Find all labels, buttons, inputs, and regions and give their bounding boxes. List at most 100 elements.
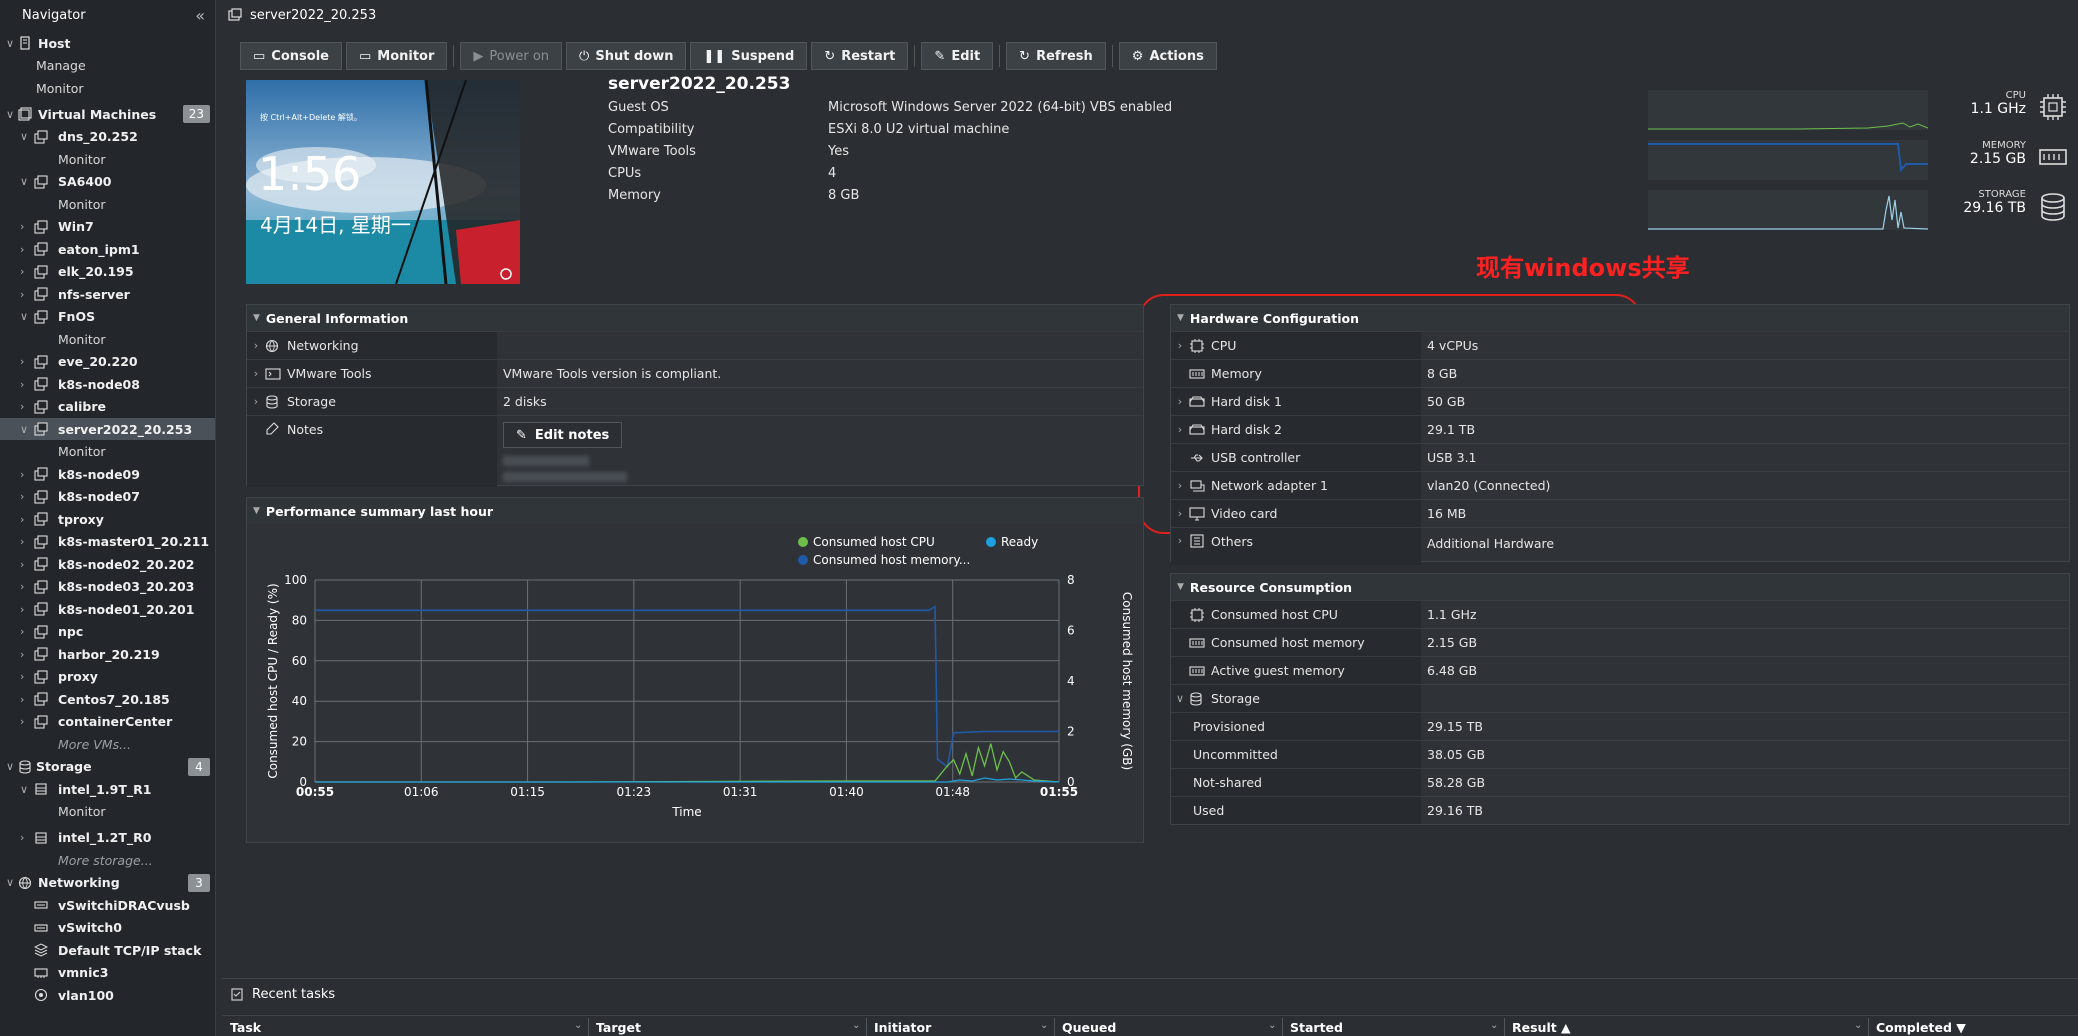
vmware-tools-row[interactable]: › VMware Tools VMware Tools version is com… — [247, 359, 1143, 387]
hw-hard-disk-2-row[interactable]: › Hard disk 2 29.1 TB — [1171, 415, 2069, 443]
chevron-right-icon[interactable]: › — [20, 715, 30, 728]
chevron-down-icon[interactable]: ∨ — [6, 760, 16, 773]
hardware-configuration-header[interactable]: ▼ Hardware Configuration — [1171, 305, 2069, 331]
chevron-right-icon[interactable]: › — [20, 625, 30, 638]
chevron-right-icon[interactable]: › — [20, 468, 30, 481]
nav-vm-monitor[interactable]: Monitor — [0, 441, 215, 463]
chevron-right-icon[interactable]: › — [1171, 395, 1189, 408]
nav-more-vms[interactable]: More VMs... — [0, 733, 215, 755]
column-divider[interactable] — [1282, 1018, 1283, 1036]
nav-vm-item[interactable]: › k8s-master01_20.211 — [0, 531, 215, 553]
column-menu-icon[interactable]: ⌄ — [1490, 1020, 1498, 1031]
nav-network-item[interactable]: vmnic3 — [0, 962, 215, 984]
nav-vm-item[interactable]: › elk_20.195 — [0, 261, 215, 283]
nav-vm-item[interactable]: › eaton_ipm1 — [0, 238, 215, 260]
nav-host-manage[interactable]: Manage — [0, 55, 215, 77]
chevron-right-icon[interactable]: › — [247, 339, 265, 352]
nav-datastore-item[interactable]: › intel_1.2T_R0 — [0, 827, 215, 849]
nav-vm-monitor[interactable]: Monitor — [0, 328, 215, 350]
chevron-right-icon[interactable]: › — [20, 288, 30, 301]
nav-vm-monitor[interactable]: Monitor — [0, 148, 215, 170]
nav-storage[interactable]: ∨ Storage 4 — [0, 756, 215, 778]
nav-vm-item[interactable]: › k8s-node01_20.201 — [0, 598, 215, 620]
column-header[interactable]: Result ▲ — [1512, 1020, 1571, 1035]
nav-vm-item[interactable]: › tproxy — [0, 508, 215, 530]
column-divider[interactable] — [1868, 1018, 1869, 1036]
nav-vm-item[interactable]: ∨ FnOS — [0, 306, 215, 328]
chevron-down-icon[interactable]: ∨ — [20, 310, 30, 323]
edit-notes-button[interactable]: ✎ Edit notes — [503, 422, 623, 448]
column-divider[interactable] — [588, 1018, 589, 1036]
nav-vm-item[interactable]: ∨ server2022_20.253 — [0, 418, 215, 440]
column-menu-icon[interactable]: ⌄ — [852, 1020, 860, 1031]
nav-vm-item[interactable]: › containerCenter — [0, 711, 215, 733]
chevron-down-icon[interactable]: ∨ — [20, 783, 30, 796]
nav-vm-item[interactable]: ∨ SA6400 — [0, 171, 215, 193]
property-value[interactable]: vlan20 (Connected) — [1427, 478, 1550, 493]
actions-button[interactable]: ⚙ Actions — [1118, 42, 1217, 70]
nav-vm-item[interactable]: › k8s-node02_20.202 — [0, 553, 215, 575]
chevron-right-icon[interactable]: › — [20, 490, 30, 503]
column-header[interactable]: Initiator — [874, 1020, 931, 1035]
chevron-down-icon[interactable]: ∨ — [6, 108, 16, 121]
resource-consumption-header[interactable]: ▼ Resource Consumption — [1171, 574, 2069, 600]
column-header[interactable]: Task — [230, 1020, 261, 1035]
chevron-right-icon[interactable]: › — [20, 355, 30, 368]
chevron-right-icon[interactable]: › — [20, 378, 30, 391]
chevron-down-icon[interactable]: ∨ — [1171, 692, 1189, 705]
column-menu-icon[interactable]: ⌄ — [1268, 1020, 1276, 1031]
column-divider[interactable] — [1054, 1018, 1055, 1036]
nav-vm-item[interactable]: › k8s-node03_20.203 — [0, 576, 215, 598]
hw-hard-disk-1-row[interactable]: › Hard disk 1 50 GB — [1171, 387, 2069, 415]
chevron-right-icon[interactable]: › — [20, 558, 30, 571]
shut-down-button[interactable]: ⏻ Shut down — [566, 42, 687, 70]
nav-vm-item[interactable]: ∨ dns_20.252 — [0, 126, 215, 148]
column-divider[interactable] — [866, 1018, 867, 1036]
chevron-right-icon[interactable]: › — [1171, 534, 1189, 547]
nav-vm-item[interactable]: › Win7 — [0, 216, 215, 238]
column-menu-icon[interactable]: ⌄ — [1040, 1020, 1048, 1031]
column-divider[interactable] — [1504, 1018, 1505, 1036]
chevron-right-icon[interactable]: › — [20, 831, 30, 844]
nav-vm-item[interactable]: › harbor_20.219 — [0, 643, 215, 665]
chevron-right-icon[interactable]: › — [1171, 507, 1189, 520]
column-menu-icon[interactable]: ⌄ — [574, 1020, 582, 1031]
chevron-right-icon[interactable]: › — [1171, 339, 1189, 352]
nav-vm-item[interactable]: › k8s-node09 — [0, 463, 215, 485]
nav-network-item[interactable]: vlan100 — [0, 984, 215, 1006]
nav-networking[interactable]: ∨ Networking 3 — [0, 872, 215, 894]
hw-cpu-row[interactable]: › CPU 4 vCPUs — [1171, 331, 2069, 359]
power-on-button[interactable]: ▶ Power on — [460, 42, 563, 70]
restart-button[interactable]: ↻ Restart — [811, 42, 909, 70]
nav-datastore-item[interactable]: ∨ intel_1.9T_R1 — [0, 778, 215, 800]
refresh-button[interactable]: ↻ Refresh — [1006, 42, 1106, 70]
nav-vm-item[interactable]: › calibre — [0, 396, 215, 418]
nav-host[interactable]: ∨ Host — [0, 32, 215, 54]
nav-more-storage[interactable]: More storage... — [0, 849, 215, 871]
chevron-right-icon[interactable]: › — [20, 580, 30, 593]
suspend-button[interactable]: ❚❚ Suspend — [690, 42, 808, 70]
chevron-down-icon[interactable]: ∨ — [20, 423, 30, 436]
storage-row[interactable]: › Storage 2 disks — [247, 387, 1143, 415]
hw-others-row[interactable]: › Others Additional Hardware — [1171, 527, 2069, 565]
nav-network-item[interactable]: Default TCP/IP stack — [0, 939, 215, 961]
column-menu-icon[interactable]: ⌄ — [1854, 1020, 1862, 1031]
column-header[interactable]: Started — [1290, 1020, 1343, 1035]
chevron-down-icon[interactable]: ∨ — [20, 130, 30, 143]
nav-network-item[interactable]: vSwitchiDRACvusb — [0, 894, 215, 916]
chevron-right-icon[interactable]: › — [20, 603, 30, 616]
collapse-navigator-icon[interactable]: « — [195, 6, 205, 25]
general-information-header[interactable]: ▼ General Information — [247, 305, 1143, 331]
nav-vm-item[interactable]: › npc — [0, 621, 215, 643]
column-header[interactable]: Completed ▼ — [1876, 1020, 1966, 1035]
chevron-down-icon[interactable]: ∨ — [6, 37, 16, 50]
nav-datastore-monitor[interactable]: Monitor — [0, 801, 215, 823]
chevron-right-icon[interactable]: › — [247, 395, 265, 408]
chevron-right-icon[interactable]: › — [20, 220, 30, 233]
chevron-right-icon[interactable]: › — [1171, 423, 1189, 436]
chevron-down-icon[interactable]: ∨ — [6, 876, 16, 889]
nav-vm-item[interactable]: › k8s-node08 — [0, 373, 215, 395]
monitor-button[interactable]: ▭ Monitor — [345, 42, 448, 70]
chevron-right-icon[interactable]: › — [20, 693, 30, 706]
chevron-right-icon[interactable]: › — [20, 670, 30, 683]
